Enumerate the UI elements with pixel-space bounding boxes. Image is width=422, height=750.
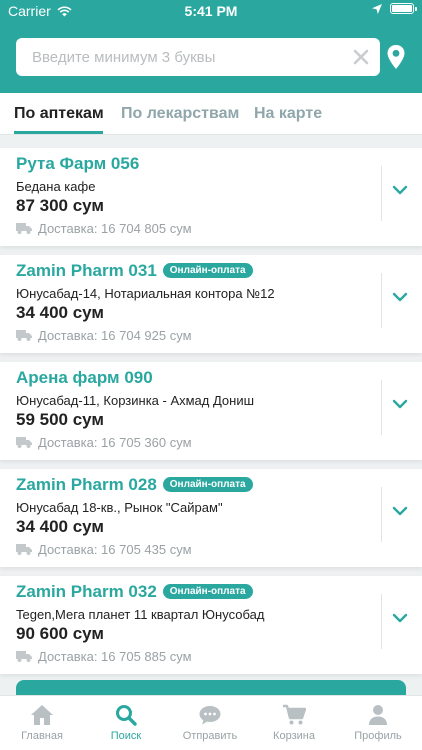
pharmacy-name-row: Zamin Pharm 031 Онлайн-оплата [16,261,253,281]
tabbar-item-profile[interactable]: Профиль [336,700,420,742]
tabbar-item-search[interactable]: Поиск [84,700,168,742]
pharmacy-address: Юнусабад 18-кв., Рынок "Сайрам" [16,500,223,515]
card-divider [381,380,382,435]
battery-icon [390,3,417,14]
chevron-down-icon[interactable] [392,398,408,410]
pharmacy-name: Zamin Pharm 032 [16,582,157,601]
online-payment-badge: Онлайн-оплата [162,477,253,492]
truck-icon [16,437,32,448]
location-arrow-icon [372,3,382,14]
pharmacy-card[interactable]: Zamin Pharm 032 Онлайн-оплата Tegen,Мега … [0,576,422,674]
pharmacy-name-row: Zamin Pharm 032 Онлайн-оплата [16,582,253,602]
segment-tabs: По аптекам По лекарствам На карте [0,93,422,135]
chat-icon [199,706,221,725]
tabbar-item-cart[interactable]: Корзина [252,700,336,742]
tabbar-label: Главная [21,730,63,742]
truck-icon [16,330,32,341]
pharmacy-name-row: Арена фарм 090 [16,368,153,388]
truck-icon [16,544,32,555]
card-divider [381,166,382,221]
search-box [16,38,380,76]
chevron-down-icon[interactable] [392,291,408,303]
pharmacy-price: 59 500 сум [16,410,104,429]
pharmacy-name: Рута Фарм 056 [16,154,140,173]
search-icon [116,705,137,726]
pharmacy-address: Tegen,Мега планет 11 квартал Юнусобад [16,607,265,622]
truck-icon [16,223,32,234]
delivery-text: Доставка: 16 705 360 сум [38,435,192,450]
search-input[interactable] [16,38,346,76]
tab-by-medicine[interactable]: По лекарствам [121,105,239,123]
pharmacy-card[interactable]: Рута Фарм 056 Бедана кафе 87 300 сум Дос… [0,148,422,246]
tab-by-pharmacy[interactable]: По аптекам [14,105,104,123]
card-divider [381,273,382,328]
tabbar-label: Корзина [273,730,315,742]
pharmacy-price: 87 300 сум [16,196,104,215]
pharmacy-name-row: Рута Фарм 056 [16,154,139,174]
pharmacy-price: 34 400 сум [16,517,104,536]
delivery-text: Доставка: 16 705 885 сум [38,649,192,664]
pharmacy-card[interactable]: Zamin Pharm 028 Онлайн-оплата Юнусабад 18… [0,469,422,567]
delivery-info: Доставка: 16 705 360 сум [16,435,192,450]
bottom-tab-bar: Главная Поиск Отправить Корзина Профиль [0,695,422,750]
pharmacy-card[interactable]: Zamin Pharm 031 Онлайн-оплата Юнусабад-14… [0,255,422,353]
tab-on-map[interactable]: На карте [254,105,322,123]
delivery-info: Доставка: 16 704 925 сум [16,328,192,343]
tabbar-label: Профиль [354,730,402,742]
tabbar-item-send[interactable]: Отправить [168,700,252,742]
pharmacy-name: Арена фарм 090 [16,368,153,387]
pharmacy-name-row: Zamin Pharm 028 Онлайн-оплата [16,475,253,495]
status-bar: Carrier 5:41 PM [0,0,422,22]
pharmacy-price: 90 600 сум [16,624,104,643]
tabbar-label: Отправить [182,730,238,742]
delivery-text: Доставка: 16 704 925 сум [38,328,192,343]
truck-icon [16,651,32,662]
online-payment-badge: Онлайн-оплата [162,263,253,278]
cart-icon [283,704,306,725]
tabbar-label: Поиск [110,730,142,742]
pharmacy-address: Юнусабад-11, Корзинка - Ахмад Дониш [16,393,255,408]
chevron-down-icon[interactable] [392,184,408,196]
online-payment-badge: Онлайн-оплата [162,584,253,599]
delivery-info: Доставка: 16 704 805 сум [16,221,192,236]
pharmacy-card[interactable]: Арена фарм 090 Юнусабад-11, Корзинка - А… [0,362,422,460]
chevron-down-icon[interactable] [392,505,408,517]
card-divider [381,594,382,649]
pharmacy-address: Юнусабад-14, Нотариальная контора №12 [16,286,275,301]
status-right [372,3,417,14]
delivery-text: Доставка: 16 705 435 сум [38,542,192,557]
clear-icon[interactable] [352,48,370,66]
profile-icon [369,705,387,725]
status-time: 5:41 PM [184,3,238,19]
tabbar-item-home[interactable]: Главная [0,700,84,742]
pharmacy-price: 34 400 сум [16,303,104,322]
chevron-down-icon[interactable] [392,612,408,624]
pharmacy-name: Zamin Pharm 028 [16,475,157,494]
header: Carrier 5:41 PM [0,0,422,93]
pharmacy-name: Zamin Pharm 031 [16,261,157,280]
delivery-text: Доставка: 16 704 805 сум [38,221,192,236]
home-icon [31,705,53,725]
pharmacy-address: Бедана кафе [16,179,96,194]
delivery-info: Доставка: 16 705 435 сум [16,542,192,557]
delivery-info: Доставка: 16 705 885 сум [16,649,192,664]
map-pin-icon[interactable] [386,44,406,70]
card-divider [381,487,382,542]
active-tab-indicator [14,131,103,134]
